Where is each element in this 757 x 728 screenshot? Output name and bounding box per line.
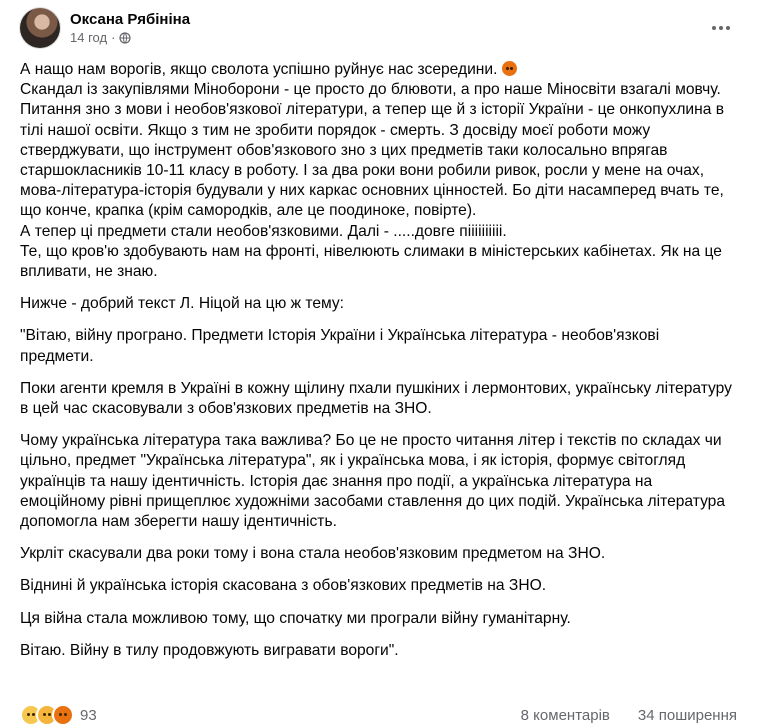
paragraph-6: "Вітаю, війну програно. Предмети Історія… <box>20 327 660 365</box>
paragraph-9: Укрліт скасували два роки тому і вона ст… <box>20 545 606 563</box>
paragraph-11: Ця війна стала можливою тому, що спочатк… <box>20 609 571 627</box>
shares-count[interactable]: 34 поширення <box>638 707 737 724</box>
facebook-post: Оксана Рябініна 14 год · А нащо нам воро… <box>0 0 757 728</box>
post-time[interactable]: 14 год <box>70 29 107 47</box>
author-name[interactable]: Оксана Рябініна <box>70 10 190 29</box>
paragraph-5: Нижче - добрий текст Л. Ніцой на цю ж те… <box>20 295 345 313</box>
more-options-icon[interactable] <box>705 12 737 44</box>
paragraph-4: Те, що кров'ю здобувають нам на фронті, … <box>20 242 722 281</box>
angry-reaction-icon <box>52 704 74 726</box>
author-avatar[interactable] <box>20 8 60 48</box>
angry-emoji-icon <box>501 61 517 76</box>
reactions-summary[interactable]: 93 <box>20 704 97 726</box>
paragraph-12: Вітаю. Війну в тилу продовжують виграват… <box>20 641 399 659</box>
post-body: А нащо нам ворогів, якщо сволота успішно… <box>20 60 736 673</box>
post-footer: 93 8 коментарів 34 поширення <box>20 703 737 727</box>
paragraph-7: Поки агенти кремля в Україні в кожну щіл… <box>20 379 732 418</box>
paragraph-3: А тепер ці предмети стали необов'язковим… <box>20 222 507 240</box>
post-stats: 8 коментарів 34 поширення <box>521 707 737 724</box>
paragraph-2: Скандал із закупівлями Міноборони - це п… <box>20 81 725 220</box>
separator-dot: · <box>111 29 116 45</box>
post-header: Оксана Рябініна 14 год · <box>20 4 190 52</box>
paragraph-10: Віднині й українська історія скасована з… <box>20 577 547 595</box>
paragraph-1: А нащо нам ворогів, якщо сволота успішно… <box>20 60 736 80</box>
globe-icon <box>119 31 132 44</box>
reactions-count[interactable]: 93 <box>80 707 97 724</box>
paragraph-8: Чому українська література така важлива?… <box>20 432 726 531</box>
post-subline: 14 год · <box>70 29 190 47</box>
comments-count[interactable]: 8 коментарів <box>521 707 610 724</box>
post-meta: Оксана Рябініна 14 год · <box>70 10 190 47</box>
